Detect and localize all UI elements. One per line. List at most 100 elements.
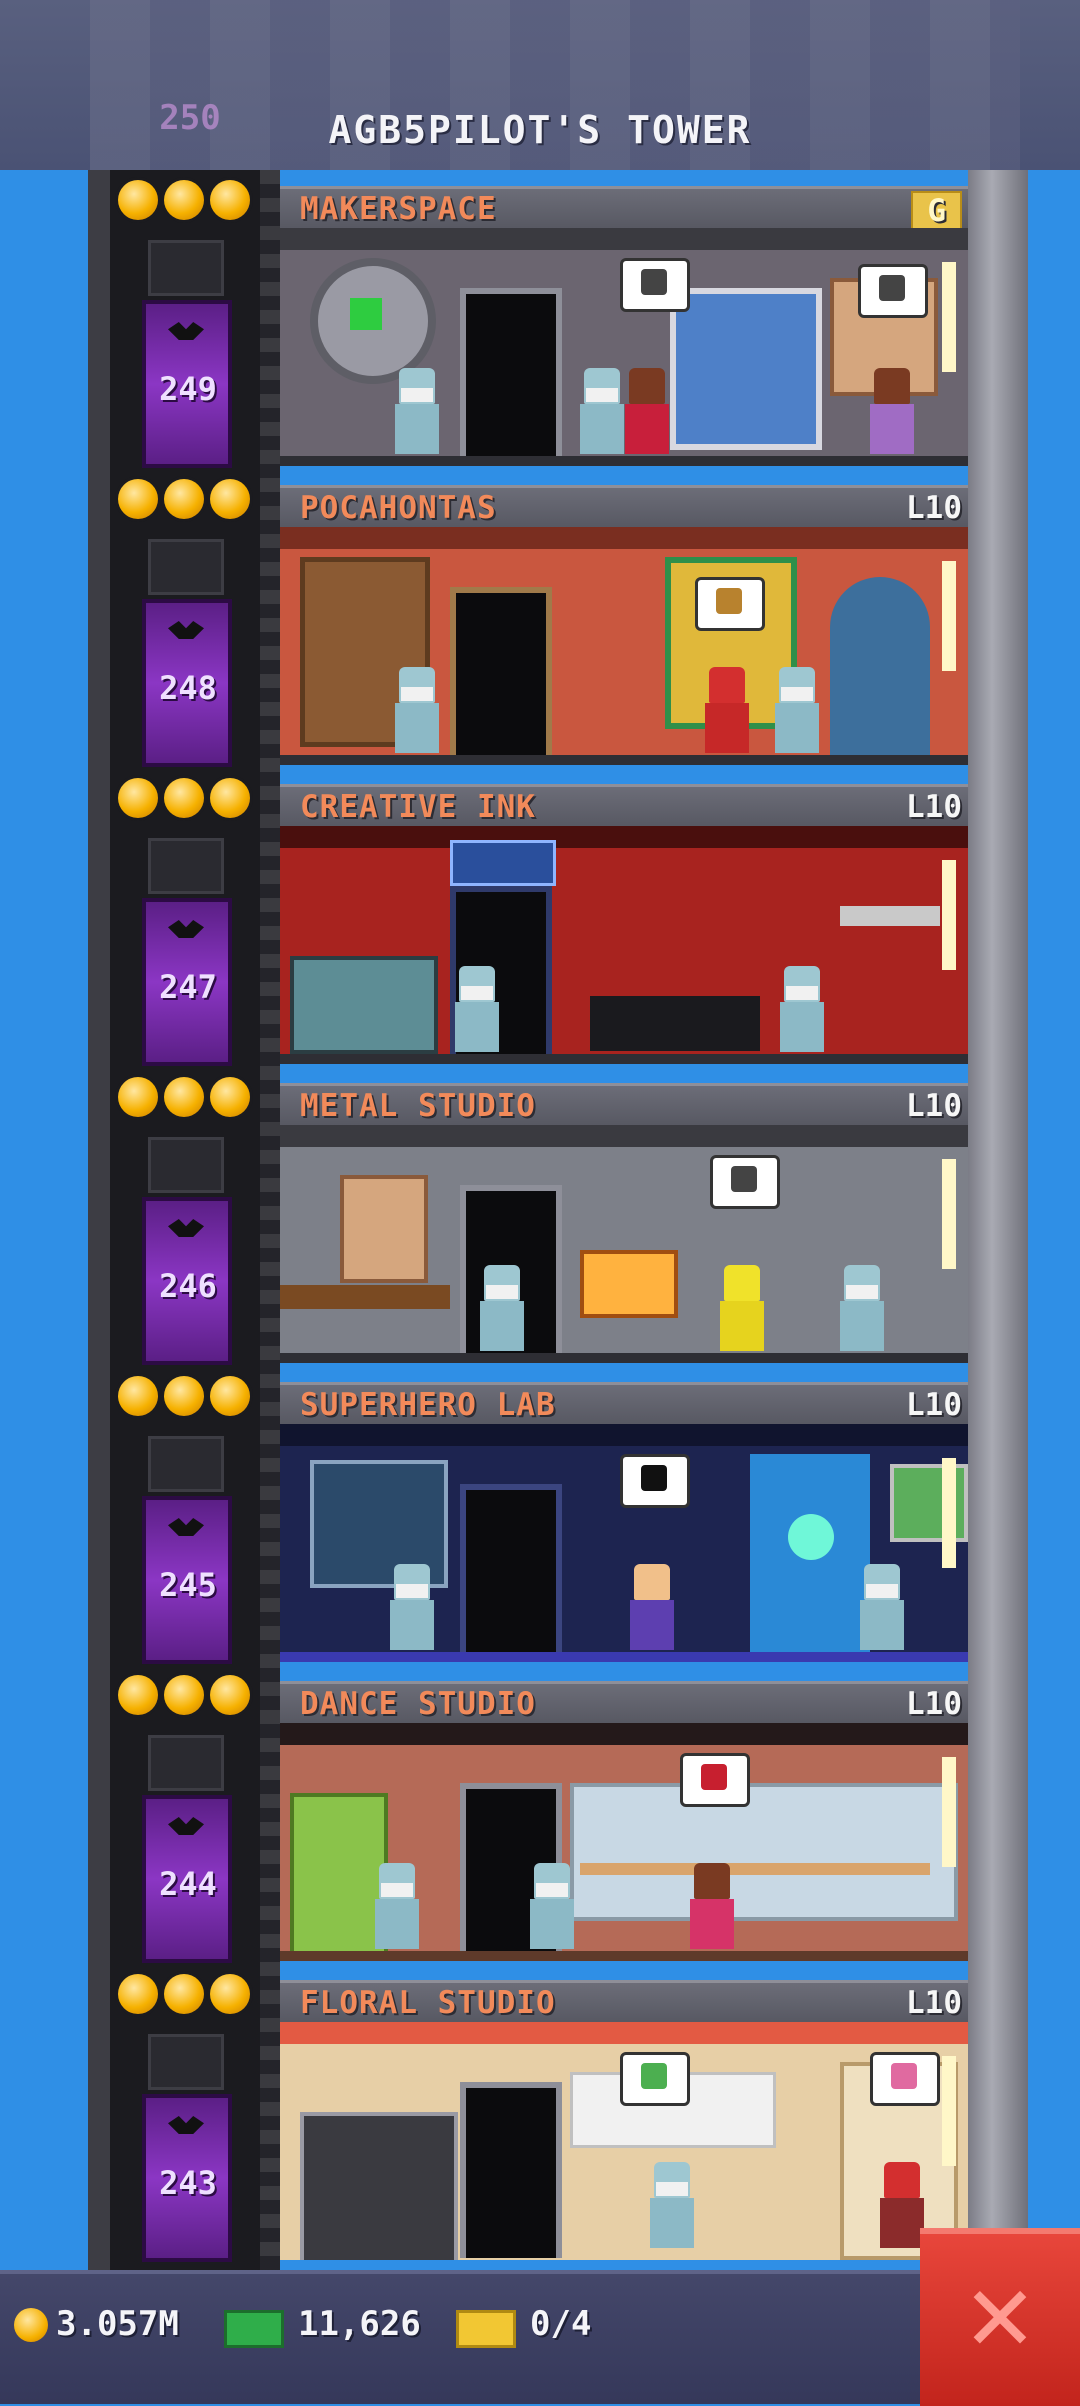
star-icon [118,1376,158,1416]
worker[interactable] [580,368,624,454]
customer[interactable] [720,1265,764,1351]
floor-label-bar[interactable]: FLORAL STUDIO L10 [280,1980,968,2025]
star-icon [210,1974,250,2014]
customer[interactable] [630,1564,674,1650]
floor-stars [118,1376,250,1420]
worker[interactable] [375,1863,419,1949]
customer[interactable] [870,368,914,454]
room-window [942,1458,956,1568]
floor-room[interactable] [280,1424,968,1662]
room-window [942,1757,956,1867]
room-door [460,288,562,464]
coin-count: 3.057M [56,2304,179,2344]
currency-bar: 3.057M 11,626 0/4 [0,2270,1080,2404]
star-icon [118,479,158,519]
floor-superhero-lab[interactable]: 245 SUPERHERO LAB L10 [88,1366,968,1665]
m-logo [350,298,382,330]
floor-room[interactable] [280,1125,968,1363]
bat-icon [168,621,204,639]
request-bubble[interactable] [620,1454,690,1508]
floor-label-bar[interactable]: DANCE STUDIO L10 [280,1681,968,1726]
bux-count: 11,626 [298,2304,421,2344]
floor-number: 249 [159,370,217,408]
room-window [942,561,956,671]
hologram-orb [788,1514,834,1560]
elevator-door [148,539,224,595]
floor-label-bar[interactable]: SUPERHERO LAB L10 [280,1382,968,1427]
floor-room[interactable] [280,527,968,765]
floor-pocahontas[interactable]: 248 POCAHONTAS L10 [88,469,968,768]
worker[interactable] [650,2162,694,2248]
room-floor [280,755,968,765]
floor-makerspace[interactable]: 249 MAKERSPACE G [88,170,968,469]
customer[interactable] [705,667,749,753]
floor-label-bar[interactable]: CREATIVE INK L10 [280,784,968,829]
flower-fridge [300,2112,458,2260]
room-window [942,262,956,372]
customer[interactable] [880,2162,924,2248]
room-window [942,1159,956,1269]
floor-label-bar[interactable]: MAKERSPACE G [280,186,968,231]
request-bubble[interactable] [858,264,928,318]
floor-room[interactable] [280,826,968,1064]
star-icon [210,180,250,220]
worker[interactable] [395,667,439,753]
room-door [460,1484,562,1660]
ticket-count: 0/4 [530,2304,592,2344]
customer[interactable] [690,1863,734,1949]
tower[interactable]: 249 MAKERSPACE G 248 POCAHONTAS L10 247 … [88,170,1028,2270]
floor-number: 247 [159,968,217,1006]
room-ceiling [280,228,968,250]
worker[interactable] [455,966,499,1052]
floor-room[interactable] [280,2022,968,2260]
worker[interactable] [840,1265,884,1351]
request-bubble[interactable] [680,1753,750,1807]
floor-label-bar[interactable]: METAL STUDIO L10 [280,1083,968,1128]
worker[interactable] [395,368,439,454]
floor-dance-studio[interactable]: 244 DANCE STUDIO L10 [88,1665,968,1964]
worker[interactable] [780,966,824,1052]
request-bubble[interactable] [620,2052,690,2106]
worker[interactable] [530,1863,574,1949]
floor-stars [118,479,250,523]
star-icon [210,1675,250,1715]
floor-label-bar[interactable]: POCAHONTAS L10 [280,485,968,530]
worker[interactable] [860,1564,904,1650]
mirror-wall [570,1783,958,1921]
bat-icon [168,1817,204,1835]
star-icon [210,1376,250,1416]
floor-number: 248 [159,669,217,707]
star-icon [164,479,204,519]
floor-name: POCAHONTAS [300,490,497,526]
floor-creative-ink[interactable]: 247 CREATIVE INK L10 [88,768,968,1067]
worker[interactable] [775,667,819,753]
bat-icon [168,1219,204,1237]
worker[interactable] [390,1564,434,1650]
room-door [460,2082,562,2258]
floor-stars [118,1974,250,2018]
floor-metal-studio[interactable]: 246 METAL STUDIO L10 [88,1067,968,1366]
close-icon: ✕ [962,2267,1038,2372]
floor-level-badge: L10 [906,1985,962,2021]
request-bubble[interactable] [620,258,690,312]
elevator-door [148,1436,224,1492]
room-window [942,860,956,970]
floor-room[interactable] [280,1723,968,1961]
request-bubble[interactable] [870,2052,940,2106]
ink-sign [450,840,556,886]
worker[interactable] [480,1265,524,1351]
request-bubble[interactable] [695,577,765,631]
star-icon [164,1675,204,1715]
floor-floral-studio[interactable]: 243 FLORAL STUDIO L10 [88,1964,968,2263]
floor-room[interactable] [280,228,968,466]
floor-name: FLORAL STUDIO [300,1985,556,2021]
floor-name: MAKERSPACE [300,191,497,227]
close-button[interactable]: ✕ [920,2228,1080,2406]
customer[interactable] [625,368,669,454]
archway [830,577,930,757]
star-icon [118,778,158,818]
tool-board [340,1175,428,1283]
star-icon [164,778,204,818]
request-bubble[interactable] [710,1155,780,1209]
elevator-door [148,240,224,296]
